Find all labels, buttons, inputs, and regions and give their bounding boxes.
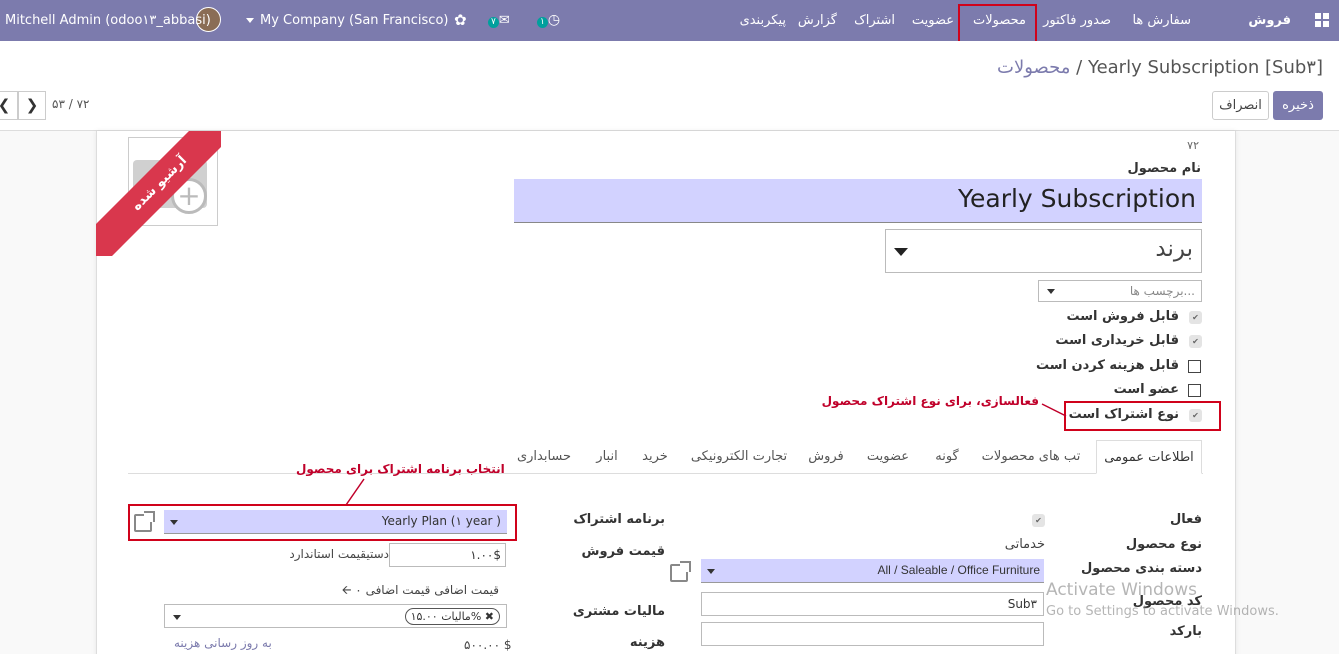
tab-accounting[interactable]: حسابداری	[508, 440, 580, 474]
tab-inventory[interactable]: انبار	[586, 440, 628, 474]
tax-tag: مالیات ۱۵.۰۰% ✖	[404, 608, 500, 625]
product-type-label: نوع محصول	[1125, 537, 1202, 552]
app-brand[interactable]: فروش	[1248, 0, 1291, 41]
price-note: دستیقیمت استاندارد	[289, 547, 389, 561]
breadcrumb: محصولات / Yearly Subscription [Sub۳]	[997, 57, 1323, 78]
menu-invoicing[interactable]: صدور فاکتور	[1043, 0, 1111, 41]
sale-price-input[interactable]: ۱.۰۰$	[389, 543, 506, 567]
external-link-icon[interactable]	[670, 561, 691, 582]
chevron-down-icon	[707, 569, 715, 574]
top-navbar: فروش سفارش ها صدور فاکتور محصولات عضویت …	[0, 0, 1339, 43]
breadcrumb-current: Yearly Subscription [Sub۳]	[1087, 57, 1323, 78]
tags-input[interactable]: برچسب ها...	[1038, 280, 1202, 302]
sale-price-value: ۱.۰۰$	[470, 548, 501, 562]
menu-membership[interactable]: عضویت	[912, 0, 954, 41]
menu-reporting[interactable]: گزارش	[798, 0, 837, 41]
customer-taxes-input[interactable]: مالیات ۱۵.۰۰% ✖	[164, 604, 507, 628]
menu-configuration[interactable]: پیکربندی	[740, 0, 786, 41]
archived-ribbon: آرشیو شده	[96, 131, 221, 256]
update-cost-link[interactable]: به روز رسانی هزینه	[174, 636, 272, 650]
sale-ok-checkbox[interactable]: ✔	[1189, 311, 1202, 324]
chat-icon[interactable]: ۷ ✉	[488, 0, 510, 41]
membership-checkbox[interactable]	[1188, 384, 1201, 397]
cost-label: هزینه	[629, 635, 665, 650]
annotation-arrow-icon	[1041, 403, 1067, 417]
control-panel: محصولات / Yearly Subscription [Sub۳] ذخی…	[0, 41, 1339, 131]
membership-label: عضو است	[1113, 382, 1179, 397]
purchase-ok-label: قابل خریداری است	[1055, 333, 1179, 348]
barcode-input[interactable]	[701, 622, 1044, 646]
menu-subscription[interactable]: اشتراک	[854, 0, 895, 41]
subscription-plan-highlight	[128, 504, 517, 541]
breadcrumb-separator: /	[1076, 57, 1083, 78]
barcode-label: بارکد	[1169, 624, 1202, 639]
can-expense-label: قابل هزینه کردن است	[1035, 358, 1179, 373]
tab-variants[interactable]: گونه	[926, 440, 968, 474]
internal-reference-input[interactable]: Sub۳	[701, 592, 1044, 616]
tab-general-info[interactable]: اطلاعات عمومی	[1096, 440, 1202, 474]
chevron-down-icon	[173, 615, 181, 620]
sale-price-label: قیمت فروش	[581, 544, 665, 559]
category-label: دسته بندی محصول	[1081, 561, 1202, 576]
product-type-value[interactable]: خدماتی	[1005, 537, 1045, 552]
arrow-left-icon: 🡨	[341, 583, 352, 597]
subscription-type-highlight	[1064, 401, 1221, 431]
subscription-plan-label: برنامه اشتراک	[573, 512, 665, 527]
record-id: ۷۲	[1187, 139, 1199, 152]
archived-ribbon-label: آرشیو شده	[96, 131, 221, 256]
customer-taxes-label: مالیات مشتری	[572, 604, 665, 619]
chevron-down-icon	[894, 248, 908, 256]
pager-counter: ۵۳ / ۷۲	[52, 97, 90, 111]
breadcrumb-parent[interactable]: محصولات	[997, 57, 1070, 78]
product-name-input[interactable]: Yearly Subscription	[514, 179, 1202, 223]
remove-tag-icon[interactable]: ✖	[485, 610, 494, 623]
annotation-subscription-type: فعالسازی، برای نوع اشتراک محصول	[821, 394, 1039, 408]
brand-select[interactable]: برند	[885, 229, 1202, 273]
menu-orders[interactable]: سفارش ها	[1132, 0, 1191, 41]
tab-product-tabs[interactable]: تب های محصولات	[972, 440, 1090, 474]
extra-price-link[interactable]: 🡨 ۰ قیمت اضافی قیمت اضافی	[342, 581, 499, 602]
company-switcher[interactable]: My Company (San Francisco)	[246, 0, 448, 41]
chevron-down-icon	[246, 18, 254, 23]
pager-next-button[interactable]: ❯	[18, 91, 46, 120]
pager-previous-button[interactable]: ❮	[0, 91, 18, 120]
products-menu-highlight	[958, 4, 1037, 43]
purchase-ok-checkbox[interactable]: ✔	[1189, 335, 1202, 348]
apps-menu-icon[interactable]	[1315, 13, 1329, 27]
can-expense-checkbox[interactable]	[1188, 360, 1201, 373]
active-checkbox[interactable]: ✔	[1032, 514, 1045, 527]
tab-ecommerce[interactable]: تجارت الکترونیکی	[684, 440, 794, 474]
internal-reference-value: Sub۳	[1007, 597, 1037, 611]
discard-button[interactable]: انصراف	[1212, 91, 1269, 120]
extra-price-label: ۰ قیمت اضافی قیمت اضافی	[355, 583, 499, 597]
tax-tag-label: مالیات ۱۵.۰۰%	[410, 610, 482, 623]
tab-purchase[interactable]: خرید	[632, 440, 678, 474]
debug-bug-icon[interactable]: ✿	[454, 0, 467, 41]
chevron-down-icon	[1047, 289, 1055, 294]
category-select[interactable]: All / Saleable / Office Furniture	[701, 559, 1044, 583]
cost-value: ۵۰۰.۰۰ $	[464, 638, 512, 652]
activate-windows-title: Activate Windows	[1046, 580, 1197, 600]
category-value: All / Saleable / Office Furniture	[877, 563, 1040, 577]
tab-sales[interactable]: فروش	[802, 440, 850, 474]
activity-badge: ۱	[537, 17, 548, 28]
company-name: My Company (San Francisco)	[260, 13, 449, 28]
save-button[interactable]: ذخیره	[1273, 91, 1323, 120]
user-menu[interactable]: Mitchell Admin (odoo۱۳_abbasi)	[5, 0, 211, 41]
annotation-subscription-plan: انتخاب برنامه اشتراک برای محصول	[296, 462, 505, 476]
product-name-label: نام محصول	[1127, 161, 1201, 176]
sale-ok-label: قابل فروش است	[1066, 309, 1179, 324]
activity-icon[interactable]: ۱ ◷	[537, 0, 560, 41]
active-label: فعال	[1169, 512, 1202, 527]
tab-membership[interactable]: عضویت	[858, 440, 918, 474]
activate-windows-subtitle: Go to Settings to activate Windows.	[1046, 604, 1279, 619]
product-name-value: Yearly Subscription	[958, 184, 1196, 213]
chat-badge: ۷	[488, 17, 499, 28]
brand-placeholder: برند	[1155, 236, 1193, 262]
tags-placeholder: برچسب ها...	[1129, 284, 1195, 298]
